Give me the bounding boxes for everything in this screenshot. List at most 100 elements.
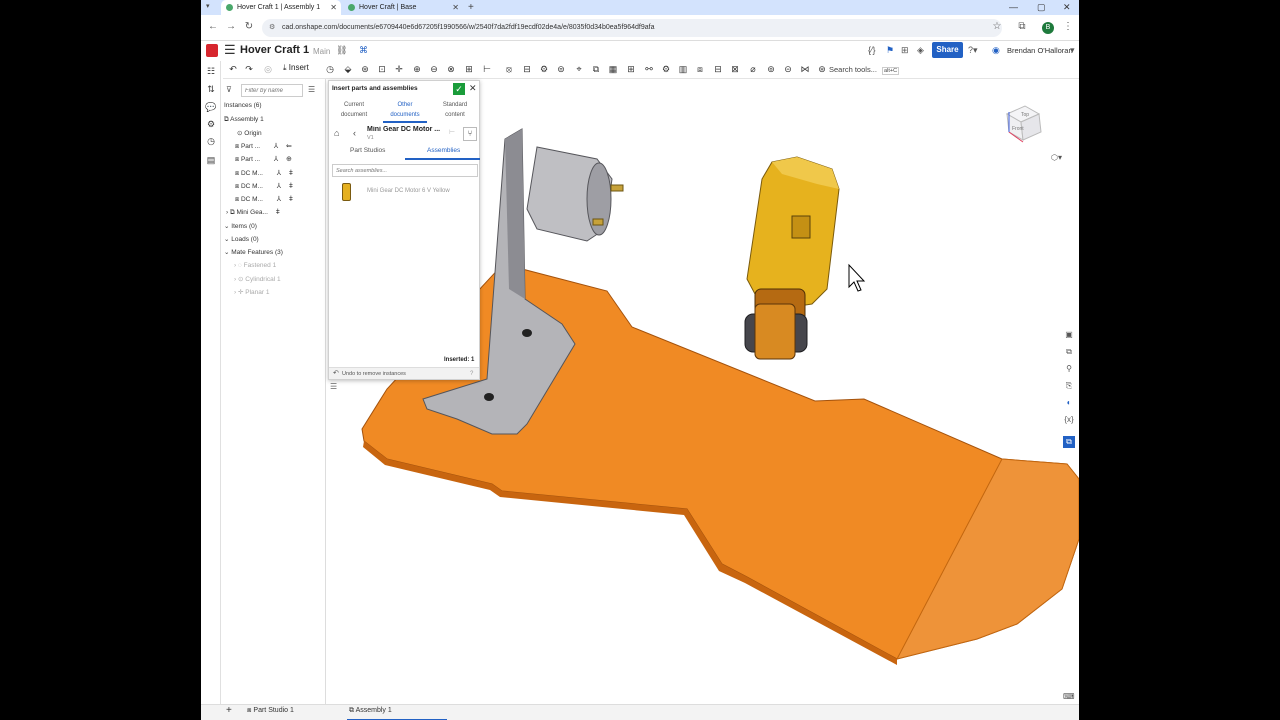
mate-connector-icon[interactable]: ⦻ (503, 63, 515, 75)
browser-tab-assembly[interactable]: Hover Craft 1 | Assembly 1 ✕ (221, 0, 341, 15)
bookmark-star-icon[interactable]: ☆ (990, 21, 1004, 32)
pattern-icon[interactable]: ▦ (607, 63, 619, 75)
cylindrical-mate-icon[interactable]: ⊕ (411, 63, 423, 75)
section-view-icon[interactable]: ⚙ (660, 63, 672, 75)
notifications-icon[interactable]: ⚑ (886, 45, 894, 56)
instance-item[interactable]: ⧈ Part ... ⅄ ⊕ (235, 155, 292, 164)
link-icon[interactable]: ⛓ (336, 45, 347, 56)
user-name[interactable]: Brendan O'Halloran (1007, 46, 1073, 55)
appearance-panel-icon[interactable]: ▣ (1063, 329, 1075, 341)
planar-mate-icon[interactable]: ✛ (393, 63, 405, 75)
keyboard-shortcuts-icon[interactable]: ⌨ (1063, 692, 1075, 701)
extensions-icon[interactable]: ⧉ (1015, 21, 1029, 32)
pin-slot-mate-icon[interactable]: ⊖ (428, 63, 440, 75)
instance-item[interactable]: ⧈ DC M... ⅄ ǂ (235, 195, 293, 204)
search-tools-input[interactable]: Search tools... alt+C (826, 63, 904, 77)
revolute-mate-icon[interactable]: ⊛ (359, 63, 371, 75)
tab-standard-content[interactable]: Standard content (433, 100, 477, 120)
bill-of-materials-icon[interactable]: ▤ (205, 154, 217, 166)
instance-item[interactable]: › ⧉ Mini Gea... ǂ (226, 209, 280, 217)
rack-relation-icon[interactable]: ⊜ (555, 63, 567, 75)
replace-icon[interactable]: ⊚ (765, 63, 777, 75)
filter-icon[interactable]: ⊽ (226, 85, 232, 94)
ball-mate-icon[interactable]: ⊗ (445, 63, 457, 75)
user-avatar-icon[interactable]: ◉ (992, 45, 1000, 56)
fastened-mate-icon[interactable]: ⬙ (342, 63, 354, 75)
help-icon[interactable]: ?▾ (968, 45, 978, 56)
undo-icon[interactable]: ↶ (227, 63, 239, 75)
add-element-icon[interactable]: + (226, 705, 232, 716)
help-icon[interactable]: ? (470, 368, 473, 380)
slider-mate-icon[interactable]: ⊡ (376, 63, 388, 75)
origin-item[interactable]: ⊙ Origin (237, 129, 262, 137)
simulation-icon[interactable]: ⊠ (729, 63, 741, 75)
simulation-panel-icon[interactable]: ◐ (1063, 397, 1075, 409)
instance-item[interactable]: ⧈ Part ... ⅄ ⇐ (235, 142, 292, 151)
items-section[interactable]: ⌄ Items (0) (224, 222, 257, 230)
instance-item[interactable]: ⧈ DC M... ⅄ ǂ (235, 182, 293, 191)
render-icon[interactable]: ◎ (262, 63, 274, 75)
view-options-icon[interactable]: ⬡▾ (1051, 153, 1062, 162)
mate-item[interactable]: › ✛ Planar 1 (234, 288, 269, 296)
subtab-assemblies[interactable]: Assemblies (427, 147, 460, 154)
subtab-part-studios[interactable]: Part Studios (350, 147, 385, 154)
filter-by-name-input[interactable] (241, 84, 303, 97)
url-field[interactable]: ⚙ cad.onshape.com/documents/e6709440e6d6… (262, 19, 1002, 37)
tab-current-document[interactable]: Current document (332, 100, 376, 120)
search-assemblies-input[interactable] (332, 164, 478, 177)
mate-item[interactable]: › ◌ Fastened 1 (234, 262, 276, 269)
close-window-icon[interactable]: ✕ (1063, 0, 1071, 15)
share-button[interactable]: Share (932, 42, 963, 58)
new-tab-icon[interactable]: + (468, 0, 474, 15)
user-menu-chevron-icon[interactable]: ▾ (1070, 45, 1075, 56)
tab-other-documents[interactable]: Other documents (383, 100, 427, 120)
browser-menu-icon[interactable]: ⋮ (1061, 21, 1075, 32)
result-item[interactable]: Mini Gear DC Motor 6 V Yellow (329, 179, 479, 205)
learning-center-icon[interactable]: ◈ (917, 45, 924, 56)
version-graph-icon[interactable]: ⑂ (463, 127, 477, 141)
interference-icon[interactable]: ⊟ (712, 63, 724, 75)
view-cube[interactable]: Top Front (995, 96, 1051, 152)
site-info-icon[interactable]: ⚙ (269, 19, 275, 37)
insert-button[interactable]: ⤓ Insert (283, 63, 309, 73)
mate-connector-panel-icon[interactable]: ⧉ (1063, 346, 1075, 358)
home-icon[interactable]: ⌂ (334, 128, 339, 138)
tangent-mate-icon[interactable]: ⊢ (481, 63, 493, 75)
versions-graph-icon[interactable]: ⌘ (359, 45, 368, 56)
loads-section[interactable]: ⌄ Loads (0) (224, 235, 259, 243)
close-icon[interactable]: ✕ (469, 83, 477, 94)
tab-assembly-1[interactable]: ⧉ Assembly 1 (349, 707, 392, 715)
list-view-icon[interactable]: ☰ (308, 85, 315, 94)
minimize-window-icon[interactable]: — (1009, 0, 1018, 15)
explode-icon[interactable]: ⚯ (643, 63, 655, 75)
motion-icon[interactable]: ⌀ (747, 63, 759, 75)
replicate-icon[interactable]: ◷ (324, 63, 336, 75)
forward-icon[interactable]: → (224, 21, 238, 32)
measure-icon[interactable]: ▥ (677, 63, 689, 75)
history-icon[interactable]: ◷ (205, 135, 217, 147)
close-tab-icon[interactable]: ✕ (452, 0, 459, 15)
variables-panel-icon[interactable]: {x} (1063, 414, 1075, 426)
parallel-mate-icon[interactable]: ⊞ (463, 63, 475, 75)
properties-panel-icon[interactable]: ⚲ (1063, 363, 1075, 375)
tab-list-chevron-icon[interactable]: ▾ (206, 2, 210, 10)
linear-pattern-icon[interactable]: ⊞ (625, 63, 637, 75)
browser-tab-base[interactable]: Hover Craft | Base ✕ (343, 0, 463, 15)
accept-check-icon[interactable]: ✓ (453, 83, 465, 95)
onshape-logo-icon[interactable] (206, 44, 218, 57)
named-position-icon[interactable]: ⋈ (799, 63, 811, 75)
snapshot-icon[interactable]: ⊝ (782, 63, 794, 75)
variable-studio-icon[interactable]: {⁄} (868, 45, 876, 55)
mass-panel-icon[interactable]: ⎘ (1063, 380, 1075, 392)
back-chevron-icon[interactable]: ‹ (353, 128, 356, 138)
group-icon[interactable]: ⊟ (521, 63, 533, 75)
instance-item[interactable]: ⧈ DC M... ⅄ ǂ (235, 169, 293, 178)
assembly-root[interactable]: ⧉ Assembly 1 (224, 116, 264, 124)
redo-icon[interactable]: ↷ (243, 63, 255, 75)
close-tab-icon[interactable]: ✕ (330, 0, 337, 15)
document-title[interactable]: Hover Craft 1 (240, 44, 309, 56)
comments-icon[interactable]: 💬 (205, 101, 217, 113)
mate-features-section[interactable]: ⌄ Mate Features (3) (224, 248, 283, 256)
forward-chevron-icon[interactable]: ⊢ (449, 128, 455, 136)
back-icon[interactable]: ← (206, 21, 220, 32)
